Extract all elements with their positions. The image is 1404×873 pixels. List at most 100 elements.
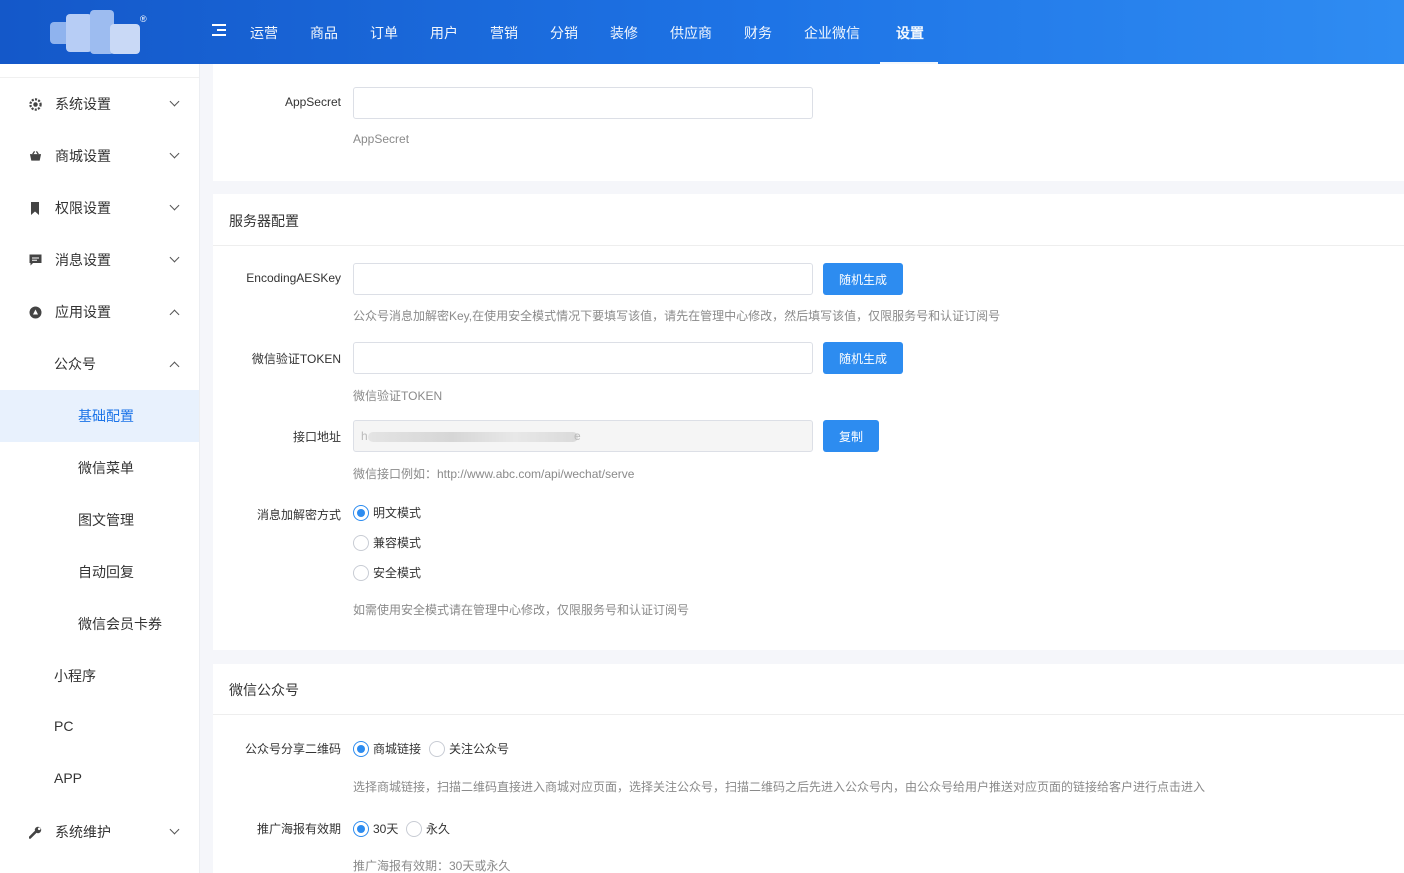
sidebar-item-app-settings[interactable]: 应用设置 bbox=[0, 286, 199, 338]
api-url-label: 接口地址 bbox=[292, 430, 341, 444]
nav-dingdan[interactable]: 订单 bbox=[354, 0, 414, 64]
sidebar-item-label: 权限设置 bbox=[55, 200, 111, 216]
radio-circle bbox=[353, 534, 369, 551]
aeskey-hint: 公众号消息加解密Key,在使用安全模式情况下要填写该值，请先在管理中心修改，然后… bbox=[353, 309, 1001, 323]
radio-follow-account[interactable]: 关注公众号 bbox=[429, 740, 509, 757]
bookmark-icon bbox=[28, 201, 42, 215]
wrench-icon bbox=[28, 825, 42, 839]
logo-blur-2 bbox=[66, 14, 92, 52]
nav-zhuangxiu[interactable]: 装修 bbox=[594, 0, 654, 64]
sidebar-item-label: 基础配置 bbox=[78, 408, 134, 424]
radio-label: 安全模式 bbox=[373, 566, 422, 580]
shop-basket-icon bbox=[28, 149, 42, 163]
token-input[interactable] bbox=[353, 342, 813, 374]
radio-circle bbox=[429, 740, 445, 757]
sidebar-item-label: 系统设置 bbox=[55, 96, 111, 112]
sidebar-item-permission-settings[interactable]: 权限设置 bbox=[0, 182, 199, 234]
encrypt-mode-label: 消息加解密方式 bbox=[256, 508, 341, 522]
radio-mall-link[interactable]: 商城链接 bbox=[353, 740, 421, 757]
radio-circle bbox=[353, 820, 369, 837]
sidebar-item-label: 公众号 bbox=[54, 356, 96, 372]
chevron-down-icon bbox=[169, 148, 180, 159]
sidebar: 系统设置 商城设置 权限设置 消息设置 应用设置 公众号 基础配置 微信菜单 图… bbox=[0, 64, 200, 873]
sidebar-item-label: 微信会员卡券 bbox=[78, 616, 162, 632]
poster-validity-hint: 推广海报有效期：30天或永久 bbox=[353, 859, 511, 873]
menu-toggle-icon[interactable] bbox=[212, 24, 228, 38]
chevron-up-icon bbox=[169, 309, 180, 320]
chevron-down-icon bbox=[169, 200, 180, 211]
api-url-input[interactable]: h e bbox=[353, 420, 813, 452]
nav-yonghu[interactable]: 用户 bbox=[414, 0, 474, 64]
sidebar-item-label: 自动回复 bbox=[78, 564, 134, 580]
sidebar-item-label: 小程序 bbox=[54, 668, 96, 684]
sidebar-item-label: 商城设置 bbox=[55, 148, 111, 164]
radio-label: 明文模式 bbox=[373, 506, 422, 520]
radio-permanent[interactable]: 永久 bbox=[406, 820, 450, 837]
sidebar-item-label: 图文管理 bbox=[78, 512, 134, 528]
sidebar-item-app[interactable]: APP bbox=[0, 754, 199, 806]
wechat-account-title: 微信公众号 bbox=[229, 682, 299, 698]
radio-label: 30天 bbox=[373, 822, 399, 836]
radio-secure-mode[interactable]: 安全模式 bbox=[353, 564, 421, 581]
card-divider bbox=[213, 245, 1404, 246]
sidebar-item-system-settings[interactable]: 系统设置 bbox=[0, 78, 199, 130]
radio-label: 永久 bbox=[426, 822, 451, 836]
sidebar-item-system-maintenance[interactable]: 系统维护 bbox=[0, 806, 199, 858]
nav-shezhi[interactable]: 设置 bbox=[880, 0, 938, 64]
logo-blur-4 bbox=[110, 24, 140, 54]
chevron-down-icon bbox=[169, 96, 180, 107]
sidebar-item-label: 系统维护 bbox=[55, 824, 111, 840]
copy-url-button[interactable]: 复制 bbox=[823, 420, 879, 452]
nav-qiyeweixin[interactable]: 企业微信 bbox=[788, 0, 876, 64]
sidebar-item-media-management[interactable]: 图文管理 bbox=[0, 494, 199, 546]
chevron-up-icon bbox=[169, 361, 180, 372]
message-icon bbox=[28, 253, 42, 267]
server-config-card: 服务器配置 EncodingAESKey 随机生成 公众号消息加解密Key,在使… bbox=[213, 194, 1404, 650]
nav-yunying[interactable]: 运营 bbox=[234, 0, 294, 64]
appsecret-input[interactable] bbox=[353, 87, 813, 119]
api-url-visible-start: h bbox=[361, 429, 368, 443]
radio-plaintext-mode[interactable]: 明文模式 bbox=[353, 504, 421, 521]
nav-fenxiao[interactable]: 分销 bbox=[534, 0, 594, 64]
appsecret-hint: AppSecret bbox=[353, 132, 410, 146]
top-nav: 运营 商品 订单 用户 营销 分销 装修 供应商 财务 企业微信 设置 bbox=[234, 0, 938, 64]
radio-30-days[interactable]: 30天 bbox=[353, 820, 398, 837]
nav-yingxiao[interactable]: 营销 bbox=[474, 0, 534, 64]
radio-circle bbox=[406, 820, 422, 837]
sidebar-item-mini-program[interactable]: 小程序 bbox=[0, 650, 199, 702]
appsecret-card: AppSecret AppSecret bbox=[213, 64, 1404, 181]
sidebar-item-label: 消息设置 bbox=[55, 252, 111, 268]
sidebar-item-basic-config[interactable]: 基础配置 bbox=[0, 390, 199, 442]
wechat-account-card: 微信公众号 公众号分享二维码 商城链接 关注公众号 选择商城链接，扫描二维码直接… bbox=[213, 664, 1404, 873]
nav-gongyingshang[interactable]: 供应商 bbox=[654, 0, 728, 64]
nav-shangpin[interactable]: 商品 bbox=[294, 0, 354, 64]
card-divider bbox=[213, 714, 1404, 715]
token-generate-button[interactable]: 随机生成 bbox=[823, 342, 903, 374]
brand-logo[interactable]: ® bbox=[46, 10, 148, 56]
api-url-blurred bbox=[368, 432, 578, 442]
sidebar-item-wechat-menu[interactable]: 微信菜单 bbox=[0, 442, 199, 494]
sidebar-item-message-settings[interactable]: 消息设置 bbox=[0, 234, 199, 286]
sidebar-item-member-cards[interactable]: 微信会员卡券 bbox=[0, 598, 199, 650]
sidebar-item-pc[interactable]: PC bbox=[0, 702, 199, 754]
radio-label: 关注公众号 bbox=[449, 742, 510, 756]
aeskey-input[interactable] bbox=[353, 263, 813, 295]
aeskey-generate-button[interactable]: 随机生成 bbox=[823, 263, 903, 295]
sidebar-item-label: APP bbox=[54, 770, 83, 786]
api-url-hint: 微信接口例如：http://www.abc.com/api/wechat/ser… bbox=[353, 467, 635, 481]
gear-icon bbox=[28, 97, 42, 111]
sidebar-item-label: 应用设置 bbox=[55, 304, 111, 320]
appsecret-label: AppSecret bbox=[284, 95, 341, 109]
radio-circle bbox=[353, 564, 369, 581]
sidebar-item-label: PC bbox=[54, 718, 74, 734]
nav-caiwu[interactable]: 财务 bbox=[728, 0, 788, 64]
radio-circle bbox=[353, 504, 369, 521]
share-qrcode-hint: 选择商城链接，扫描二维码直接进入商城对应页面，选择关注公众号，扫描二维码之后先进… bbox=[353, 780, 1206, 794]
chevron-down-icon bbox=[169, 252, 180, 263]
sidebar-item-official-account[interactable]: 公众号 bbox=[0, 338, 199, 390]
sidebar-item-auto-reply[interactable]: 自动回复 bbox=[0, 546, 199, 598]
sidebar-item-mall-settings[interactable]: 商城设置 bbox=[0, 130, 199, 182]
top-header: ® 运营 商品 订单 用户 营销 分销 装修 供应商 财务 企业微信 设置 bbox=[0, 0, 1404, 64]
radio-compatible-mode[interactable]: 兼容模式 bbox=[353, 534, 421, 551]
token-hint: 微信验证TOKEN bbox=[353, 389, 443, 403]
